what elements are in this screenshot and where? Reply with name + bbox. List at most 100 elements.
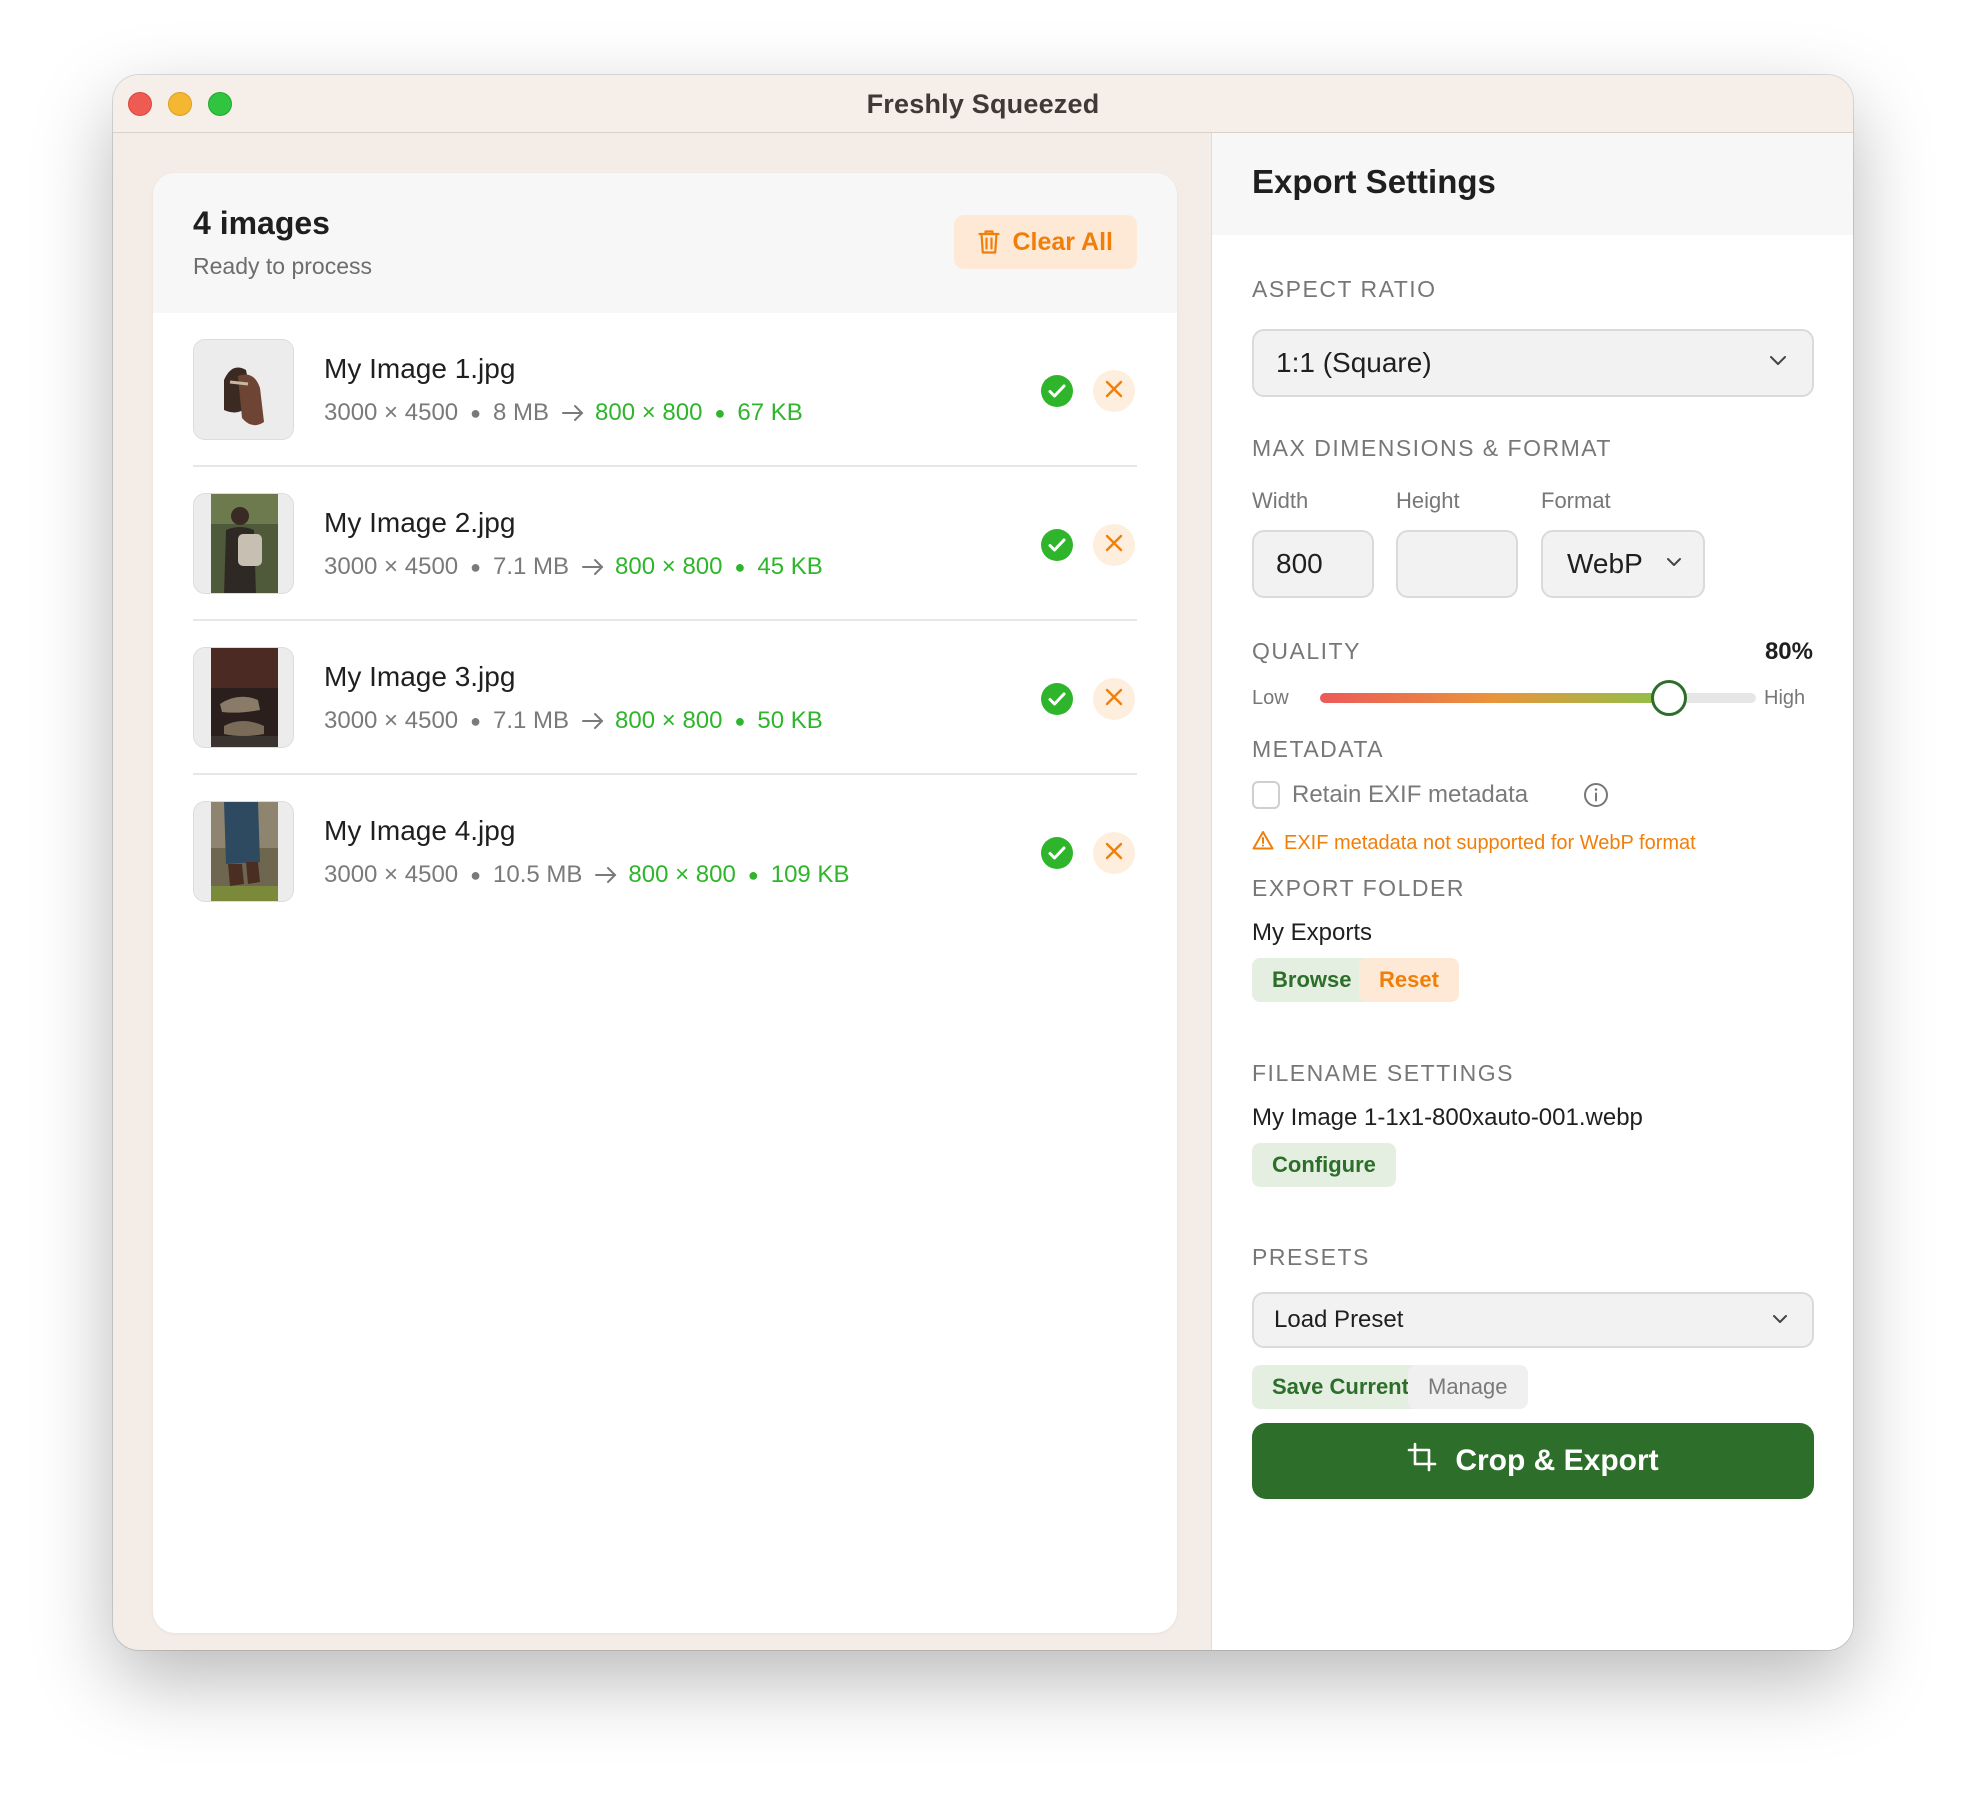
remove-image-button[interactable] xyxy=(1093,678,1135,720)
separator-dot: ● xyxy=(714,402,726,423)
chevron-down-icon xyxy=(1665,555,1683,573)
aspect-ratio-heading: ASPECT RATIO xyxy=(1252,276,1437,302)
separator-dot: ● xyxy=(470,556,482,577)
export-folder-heading: EXPORT FOLDER xyxy=(1252,875,1465,901)
image-row[interactable]: My Image 3.jpg 3000 × 4500 ● 7.1 MB 800 … xyxy=(193,621,1137,775)
output-dimensions: 800 × 800 xyxy=(615,553,723,580)
save-current-preset-button[interactable]: Save Current xyxy=(1252,1365,1429,1409)
image-list: My Image 1.jpg 3000 × 4500 ● 8 MB 800 × … xyxy=(193,313,1137,929)
close-icon xyxy=(1104,841,1124,866)
crop-icon xyxy=(1407,1442,1437,1480)
retain-exif-checkbox[interactable] xyxy=(1252,781,1280,809)
quality-slider-fill xyxy=(1320,693,1669,703)
output-dimensions: 800 × 800 xyxy=(595,399,703,426)
original-dimensions: 3000 × 4500 xyxy=(324,399,459,426)
image-filename: My Image 2.jpg xyxy=(324,507,516,538)
original-size: 7.1 MB xyxy=(493,553,570,580)
separator-dot: ● xyxy=(747,864,759,885)
close-icon xyxy=(1104,379,1124,404)
arrow-right-icon xyxy=(581,712,605,730)
image-thumbnail xyxy=(193,647,294,748)
format-value: WebP xyxy=(1567,548,1643,579)
format-select[interactable]: WebP xyxy=(1541,530,1705,598)
check-circle-icon xyxy=(1041,837,1073,869)
width-value: 800 xyxy=(1276,548,1323,579)
image-thumbnail xyxy=(193,339,294,440)
crop-export-label: Crop & Export xyxy=(1455,1444,1659,1477)
separator-dot: ● xyxy=(734,710,746,731)
image-count: 4 images xyxy=(193,205,330,241)
original-size: 10.5 MB xyxy=(493,861,583,888)
configure-button[interactable]: Configure xyxy=(1252,1143,1396,1187)
close-icon xyxy=(1104,533,1124,558)
separator-dot: ● xyxy=(470,864,482,885)
exif-warning: EXIF metadata not supported for WebP for… xyxy=(1252,830,1696,856)
quality-slider[interactable] xyxy=(1320,680,1756,716)
title-bar: Freshly Squeezed xyxy=(113,75,1853,133)
remove-image-button[interactable] xyxy=(1093,370,1135,412)
chevron-down-icon xyxy=(1772,1311,1788,1329)
export-folder-name: My Exports xyxy=(1252,919,1373,946)
output-size: 109 KB xyxy=(770,861,850,888)
crop-export-button[interactable]: Crop & Export xyxy=(1252,1423,1814,1499)
browse-button[interactable]: Browse xyxy=(1252,958,1372,1002)
settings-header: Export Settings xyxy=(1212,133,1853,235)
remove-image-button[interactable] xyxy=(1093,524,1135,566)
retain-exif-label: Retain EXIF metadata xyxy=(1292,781,1529,808)
clear-all-label: Clear All xyxy=(1012,227,1113,256)
filename-settings-heading: FILENAME SETTINGS xyxy=(1252,1060,1514,1086)
image-filename: My Image 1.jpg xyxy=(324,353,516,384)
metadata-heading: METADATA xyxy=(1252,736,1385,762)
image-list-panel: 4 images Ready to process Clear All My I… xyxy=(153,173,1177,1633)
quality-high-label: High xyxy=(1764,687,1806,709)
original-dimensions: 3000 × 4500 xyxy=(324,553,459,580)
reset-button[interactable]: Reset xyxy=(1359,958,1459,1002)
image-list-header: 4 images Ready to process Clear All xyxy=(153,173,1177,313)
presets-heading: PRESETS xyxy=(1252,1244,1370,1270)
original-size: 8 MB xyxy=(493,399,550,426)
original-size: 7.1 MB xyxy=(493,707,570,734)
chevron-down-icon xyxy=(1768,354,1788,372)
aspect-ratio-value: 1:1 (Square) xyxy=(1276,347,1432,378)
warning-triangle-icon xyxy=(1252,830,1274,856)
dimensions-heading: MAX DIMENSIONS & FORMAT xyxy=(1252,435,1612,461)
separator-dot: ● xyxy=(734,556,746,577)
image-size-info: 3000 × 4500 ● 8 MB 800 × 800 ● 67 KB xyxy=(324,399,803,427)
preset-select-value: Load Preset xyxy=(1274,1306,1404,1333)
height-field[interactable] xyxy=(1396,530,1518,598)
image-size-info: 3000 × 4500 ● 7.1 MB 800 × 800 ● 50 KB xyxy=(324,707,823,735)
info-icon[interactable] xyxy=(1583,782,1609,813)
filename-example: My Image 1-1x1-800xauto-001.webp xyxy=(1252,1104,1643,1131)
settings-title: Export Settings xyxy=(1252,163,1496,200)
output-size: 67 KB xyxy=(737,399,803,426)
app-window: Freshly Squeezed 4 images Ready to proce… xyxy=(113,75,1853,1650)
quality-heading: QUALITY xyxy=(1252,638,1361,664)
output-dimensions: 800 × 800 xyxy=(628,861,736,888)
clear-all-button[interactable]: Clear All xyxy=(954,215,1137,269)
image-thumbnail xyxy=(193,493,294,594)
format-label: Format xyxy=(1541,488,1611,513)
remove-image-button[interactable] xyxy=(1093,832,1135,874)
width-field[interactable]: 800 xyxy=(1252,530,1374,598)
arrow-right-icon xyxy=(561,404,585,422)
image-filename: My Image 4.jpg xyxy=(324,815,516,846)
quality-low-label: Low xyxy=(1252,687,1289,709)
quality-slider-handle[interactable] xyxy=(1650,680,1687,716)
image-thumbnail xyxy=(193,801,294,902)
preset-select[interactable]: Load Preset xyxy=(1252,1292,1814,1348)
image-row[interactable]: My Image 2.jpg 3000 × 4500 ● 7.1 MB 800 … xyxy=(193,467,1137,621)
height-label: Height xyxy=(1396,488,1460,513)
image-size-info: 3000 × 4500 ● 10.5 MB 800 × 800 ● 109 KB xyxy=(324,861,849,889)
trash-icon xyxy=(978,229,1001,255)
original-dimensions: 3000 × 4500 xyxy=(324,861,459,888)
image-row[interactable]: My Image 4.jpg 3000 × 4500 ● 10.5 MB 800… xyxy=(193,775,1137,929)
manage-presets-button[interactable]: Manage xyxy=(1408,1365,1528,1409)
image-status: Ready to process xyxy=(193,253,372,279)
aspect-ratio-select[interactable]: 1:1 (Square) xyxy=(1252,329,1814,397)
image-row[interactable]: My Image 1.jpg 3000 × 4500 ● 8 MB 800 × … xyxy=(193,313,1137,467)
image-filename: My Image 3.jpg xyxy=(324,661,516,692)
exif-warning-text: EXIF metadata not supported for WebP for… xyxy=(1284,831,1696,854)
export-settings-panel: Export Settings ASPECT RATIO 1:1 (Square… xyxy=(1211,133,1853,1650)
separator-dot: ● xyxy=(470,710,482,731)
check-circle-icon xyxy=(1041,375,1073,407)
